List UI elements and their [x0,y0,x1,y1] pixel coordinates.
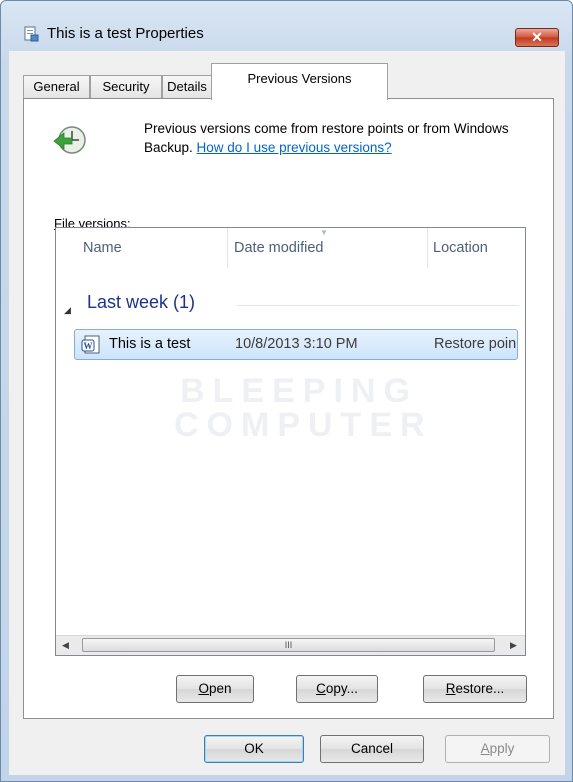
svg-text:W: W [84,341,93,351]
open-button[interactable]: Open [176,675,254,703]
scroll-thumb[interactable]: III [82,638,495,652]
button-label: opy... [325,681,358,696]
tab-security[interactable]: Security [90,75,162,99]
column-header-location[interactable]: Location [433,228,488,268]
tab-general[interactable]: General [23,75,90,99]
tab-label: Details [167,79,207,94]
button-label: Cancel [350,741,394,756]
version-date: 10/8/2013 3:10 PM [235,336,358,352]
ok-button[interactable]: OK [204,735,304,763]
button-label: estore... [455,681,505,696]
accelerator: A [480,741,490,756]
close-button[interactable]: ✕ [515,28,559,47]
previous-versions-panel: Previous versions come from restore poin… [23,98,554,719]
group-divider [237,305,519,306]
watermark: BLEEPING COMPUTER [174,372,433,444]
word-document-icon: W [81,335,100,354]
button-label: pen [208,681,232,696]
window-title: This is a test Properties [47,25,204,42]
info-text: Previous versions come from restore poin… [144,119,534,157]
help-link[interactable]: How do I use previous versions? [197,140,392,155]
title-bar[interactable]: This is a test Properties ✕ [1,1,572,47]
column-separator[interactable] [427,228,428,268]
apply-button[interactable]: Apply [445,735,550,763]
version-location: Restore poin [434,336,517,352]
tab-label: Security [102,79,150,94]
version-name: This is a test [109,336,191,352]
tab-label: General [33,79,80,94]
copy-button[interactable]: Copy... [296,675,378,703]
scroll-right-icon[interactable]: ▶ [504,636,523,655]
watermark-line: COMPUTER [174,406,433,444]
properties-window: This is a test Properties ✕ General Secu… [0,0,573,782]
accelerator: C [316,681,326,696]
group-header-last-week[interactable]: Last week (1) [87,292,195,313]
button-label: pply [489,741,515,756]
horizontal-scrollbar[interactable]: ◀ III ▶ [56,635,525,655]
scroll-left-icon[interactable]: ◀ [56,636,75,655]
thumb-grip: III [284,640,293,650]
watermark-line: BLEEPING [180,372,418,410]
column-separator[interactable] [227,228,228,268]
accelerator: O [198,681,209,696]
restore-clock-icon [53,126,86,154]
tab-previous-versions[interactable]: Previous Versions [211,63,388,100]
version-row[interactable]: W This is a test 10/8/2013 3:10 PM Resto… [74,329,518,360]
group-collapse-icon[interactable]: ◢ [64,305,71,316]
tab-details[interactable]: Details [162,75,212,99]
sort-indicator-icon: ▼ [320,228,328,237]
tab-label: Previous Versions [247,71,352,86]
button-label: OK [244,741,264,756]
document-properties-icon [24,26,39,42]
close-icon: ✕ [531,29,543,45]
file-versions-list[interactable]: Name Date modified ▼ Location BLEEPING C… [55,227,526,656]
cancel-button[interactable]: Cancel [320,735,424,763]
column-header-date-modified[interactable]: Date modified [234,228,323,268]
column-header-name[interactable]: Name [83,228,122,268]
restore-button[interactable]: Restore... [423,675,527,703]
